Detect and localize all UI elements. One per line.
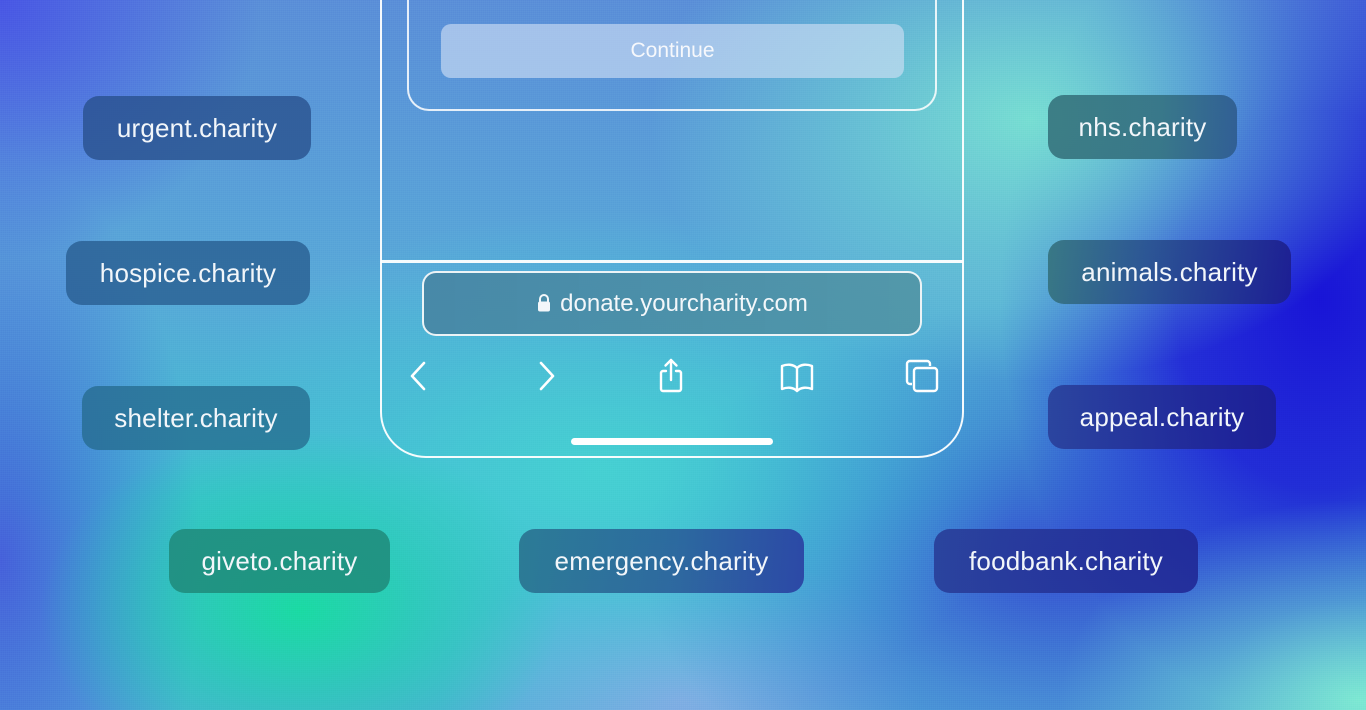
chevron-left-icon[interactable] bbox=[402, 358, 438, 394]
domain-pill-urgent: urgent.charity bbox=[83, 96, 311, 160]
domain-pill-foodbank: foodbank.charity bbox=[934, 529, 1198, 593]
toolbar-divider bbox=[381, 260, 963, 263]
address-bar-url: donate.yourcharity.com bbox=[560, 289, 808, 317]
home-indicator bbox=[571, 438, 773, 445]
domain-pill-appeal: appeal.charity bbox=[1048, 385, 1276, 449]
domain-pill-animals: animals.charity bbox=[1048, 240, 1291, 304]
address-bar[interactable]: donate.yourcharity.com bbox=[422, 271, 922, 336]
domain-pill-giveto: giveto.charity bbox=[169, 529, 390, 593]
domain-pill-emergency: emergency.charity bbox=[519, 529, 804, 593]
domain-pill-hospice: hospice.charity bbox=[66, 241, 310, 305]
tabs-icon[interactable] bbox=[904, 358, 940, 394]
domain-pill-nhs: nhs.charity bbox=[1048, 95, 1237, 159]
lock-icon bbox=[538, 293, 551, 311]
share-icon[interactable] bbox=[653, 358, 689, 394]
book-icon[interactable] bbox=[779, 358, 815, 394]
continue-button[interactable]: Continue bbox=[441, 24, 904, 78]
chevron-right-icon[interactable] bbox=[529, 358, 565, 394]
domain-pill-shelter: shelter.charity bbox=[82, 386, 310, 450]
